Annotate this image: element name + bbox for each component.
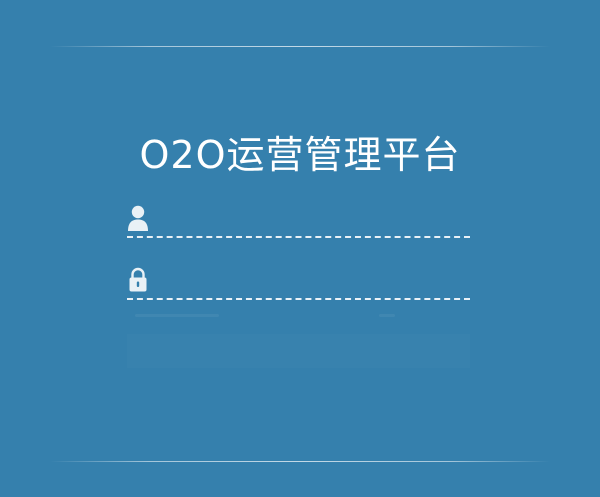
username-underline [127, 236, 470, 238]
username-field [127, 202, 470, 238]
lock-icon [127, 266, 149, 294]
password-underline [127, 298, 470, 300]
page-title: O2O运营管理平台 [139, 133, 461, 178]
bottom-divider [50, 461, 550, 462]
user-icon [127, 204, 149, 232]
username-input[interactable] [161, 204, 461, 232]
password-field [127, 264, 470, 300]
remember-me-checkbox[interactable] [135, 314, 219, 317]
top-divider [50, 46, 550, 47]
options-row [127, 306, 470, 326]
forgot-password-link[interactable] [379, 314, 395, 317]
login-button[interactable] [127, 334, 470, 368]
password-input[interactable] [161, 266, 461, 294]
